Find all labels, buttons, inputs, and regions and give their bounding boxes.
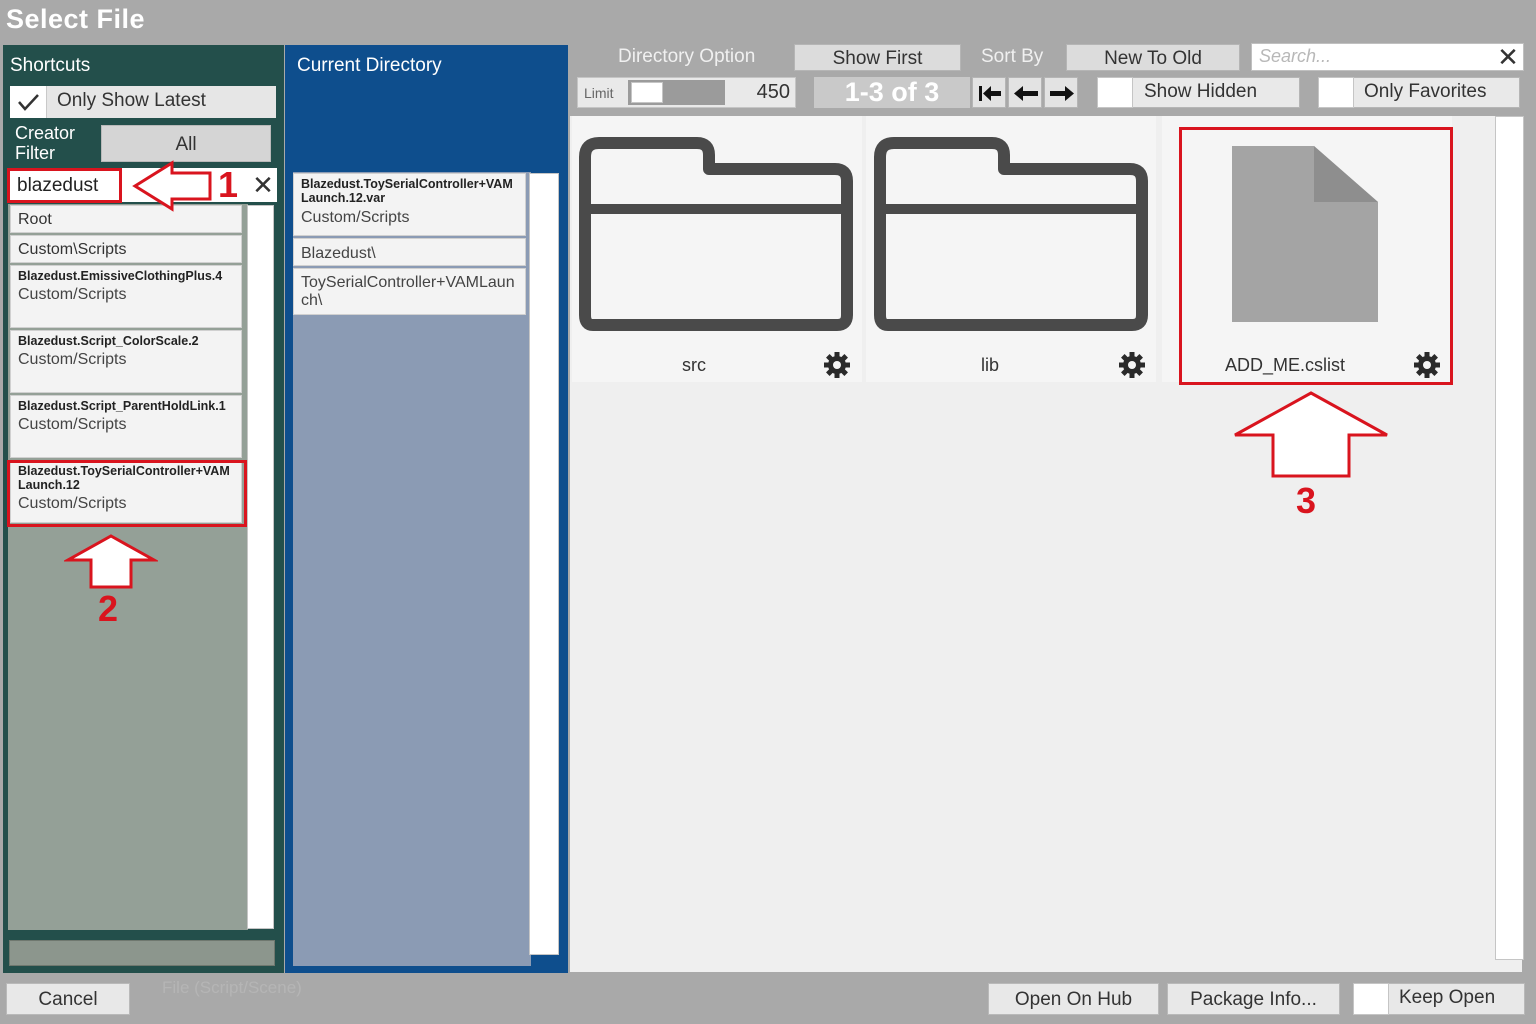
shortcut-item-label: Root bbox=[18, 211, 52, 228]
creator-filter-label: Creator Filter bbox=[15, 123, 76, 163]
shortcut-item[interactable]: Blazedust.Script_ColorScale.2 Custom/Scr… bbox=[10, 330, 242, 393]
shortcut-item-label: Custom\Scripts bbox=[18, 241, 127, 258]
directory-item-toyserialcontroller[interactable]: ToySerialController+VAMLaunch\ bbox=[293, 268, 526, 315]
only-show-latest-checkbox[interactable] bbox=[10, 86, 47, 118]
annotation-box-file bbox=[1179, 127, 1453, 385]
open-on-hub-button[interactable]: Open On Hub bbox=[988, 983, 1159, 1015]
annotation-arrow-left bbox=[132, 160, 212, 212]
folder-icon bbox=[579, 137, 853, 331]
shortcut-item-package: Blazedust.Script_ParentHoldLink.1 bbox=[18, 399, 226, 413]
shortcuts-header: Shortcuts bbox=[10, 55, 91, 76]
shortcut-item[interactable]: Blazedust.Script_ParentHoldLink.1 Custom… bbox=[10, 395, 242, 458]
shortcut-item-path: Custom/Scripts bbox=[18, 416, 127, 433]
annotation-number-2: 2 bbox=[98, 588, 119, 629]
keep-open-label: Keep Open bbox=[1399, 987, 1496, 1008]
file-name: src bbox=[682, 355, 706, 375]
only-favorites-label: Only Favorites bbox=[1364, 81, 1487, 102]
show-first-button[interactable]: Show First bbox=[794, 44, 961, 71]
annotation-arrow-up bbox=[1234, 391, 1388, 478]
shortcut-item-path: Custom/Scripts bbox=[18, 351, 127, 368]
sort-order-button[interactable]: New To Old bbox=[1066, 44, 1240, 71]
directory-item-path: Custom/Scripts bbox=[301, 209, 410, 226]
first-page-button[interactable] bbox=[972, 77, 1006, 108]
file-name: lib bbox=[980, 355, 999, 375]
keep-open-checkbox[interactable] bbox=[1353, 983, 1389, 1015]
only-favorites-checkbox[interactable] bbox=[1318, 77, 1354, 108]
limit-label: Limit bbox=[584, 85, 614, 101]
gear-icon[interactable] bbox=[1118, 351, 1146, 379]
limit-value: 450 bbox=[756, 81, 790, 103]
gear-icon[interactable] bbox=[823, 351, 851, 379]
creator-filter-button[interactable]: All bbox=[101, 125, 271, 162]
cancel-button[interactable]: Cancel bbox=[6, 983, 130, 1015]
shortcut-item-package: Blazedust.EmissiveClothingPlus.4 bbox=[18, 269, 223, 283]
annotation-box-shortcut bbox=[7, 460, 247, 527]
checkmark-icon bbox=[18, 94, 39, 111]
search-placeholder: Search... bbox=[1259, 46, 1332, 66]
current-directory-scrollbar[interactable] bbox=[529, 173, 559, 955]
previous-page-button[interactable] bbox=[1008, 77, 1042, 108]
file-grid-scrollbar[interactable] bbox=[1495, 116, 1524, 960]
show-hidden-checkbox[interactable] bbox=[1097, 77, 1133, 108]
shortcut-item-package: Blazedust.Script_ColorScale.2 bbox=[18, 334, 199, 348]
shortcut-item-path: Custom/Scripts bbox=[18, 286, 127, 303]
annotation-number-3: 3 bbox=[1296, 480, 1317, 521]
only-show-latest-label: Only Show Latest bbox=[57, 90, 206, 111]
arrow-right-icon bbox=[1050, 86, 1074, 101]
limit-slider-handle[interactable] bbox=[631, 82, 663, 103]
window-title: Select File bbox=[6, 4, 146, 34]
directory-item-package: Blazedust.ToySerialController+VAMLaunch.… bbox=[301, 177, 513, 205]
directory-option-label: Directory Option bbox=[618, 46, 756, 67]
current-directory-header: Current Directory bbox=[297, 55, 442, 76]
next-page-button[interactable] bbox=[1044, 77, 1078, 108]
shortcuts-horizontal-scrollbar[interactable] bbox=[9, 940, 275, 966]
shortcut-item-custom-scripts[interactable]: Custom\Scripts bbox=[10, 235, 242, 263]
first-page-icon bbox=[979, 86, 1001, 101]
clear-search-icon[interactable]: ✕ bbox=[1494, 42, 1522, 72]
directory-item-blazedust[interactable]: Blazedust\ bbox=[293, 238, 526, 266]
directory-item-label: ToySerialController+VAMLaunch\ bbox=[301, 274, 515, 309]
shortcut-item[interactable]: Blazedust.EmissiveClothingPlus.4 Custom/… bbox=[10, 265, 242, 328]
annotation-arrow-up bbox=[64, 534, 158, 589]
clear-filter-icon[interactable]: ✕ bbox=[251, 170, 275, 200]
folder-icon bbox=[874, 137, 1148, 331]
directory-item-label: Blazedust\ bbox=[301, 245, 376, 262]
page-info: 1-3 of 3 bbox=[844, 77, 940, 107]
show-hidden-label: Show Hidden bbox=[1144, 81, 1258, 102]
package-info-button[interactable]: Package Info... bbox=[1167, 983, 1340, 1015]
faint-file-label: File (Script/Scene) bbox=[162, 978, 302, 997]
annotation-number-1: 1 bbox=[218, 164, 239, 205]
arrow-left-icon bbox=[1014, 86, 1038, 101]
annotation-box-filter bbox=[7, 168, 122, 203]
sort-by-label: Sort By bbox=[981, 46, 1044, 67]
shortcuts-scrollbar[interactable] bbox=[247, 205, 274, 929]
directory-item-var[interactable]: Blazedust.ToySerialController+VAMLaunch.… bbox=[293, 173, 526, 236]
